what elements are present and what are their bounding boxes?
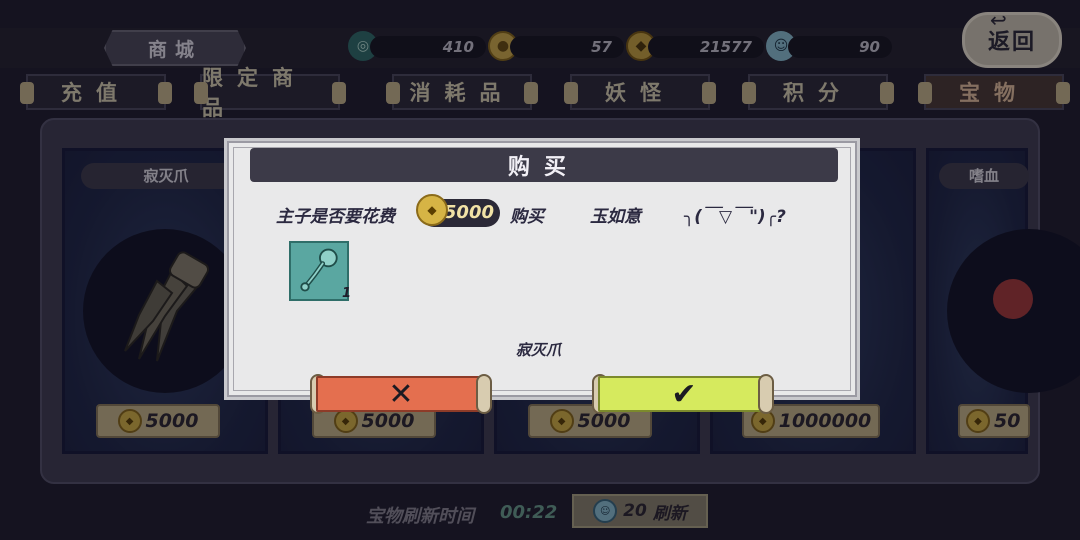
- scroll-cap-icon: [758, 374, 774, 414]
- emoticon-text: ╮(￣▽￣")╭?: [684, 207, 786, 227]
- cancel-button[interactable]: ✕: [316, 376, 486, 412]
- dialog-title: 购买: [250, 148, 838, 182]
- item-name: 寂灭爪: [516, 341, 562, 359]
- checkmark-icon: ✔: [671, 376, 697, 412]
- confirm-button[interactable]: ✔: [598, 376, 770, 412]
- copper-coin-icon: ◆: [416, 194, 448, 226]
- scroll-cap-icon: [476, 374, 492, 414]
- item-count: 1: [342, 286, 352, 301]
- item-highlight: 玉如意: [590, 207, 641, 227]
- item-slot[interactable]: [289, 241, 349, 301]
- prompt-verb: 购买: [510, 207, 544, 227]
- jade-ruyi-icon: [300, 248, 338, 292]
- prompt-prefix: 主子是否要花费: [276, 207, 395, 227]
- close-icon: ✕: [388, 376, 414, 412]
